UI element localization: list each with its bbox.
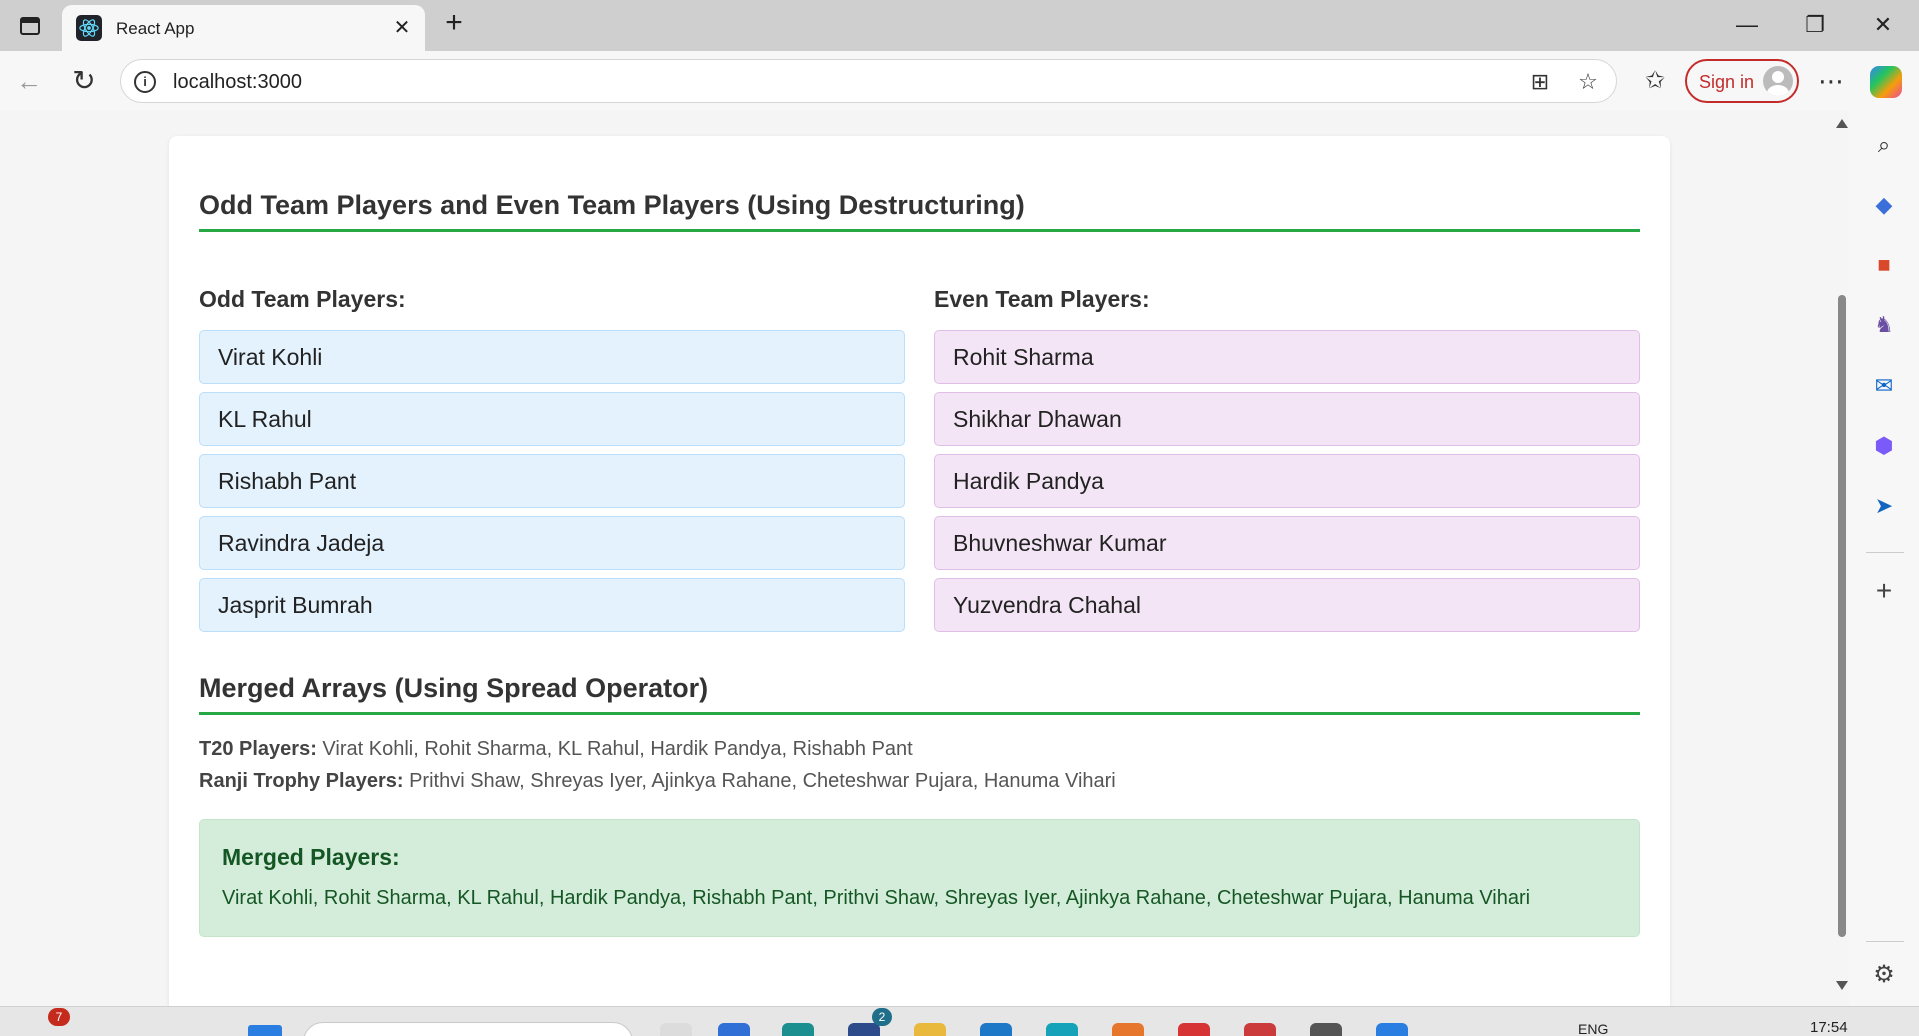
content-card: Odd Team Players and Even Team Players (…: [169, 136, 1670, 1006]
favorites-icon[interactable]: ✩: [1637, 63, 1673, 99]
windows-taskbar: 7 2 ENG 17:54: [0, 1006, 1919, 1036]
even-team-heading: Even Team Players:: [934, 286, 1150, 312]
language-indicator[interactable]: ENG: [1578, 1021, 1608, 1036]
taskbar-app-icon[interactable]: [1112, 1023, 1144, 1036]
vscode-icon[interactable]: [1376, 1023, 1408, 1036]
folder-icon[interactable]: [914, 1023, 946, 1036]
sidebar-divider: [1866, 552, 1904, 553]
odd-team-heading: Odd Team Players:: [199, 286, 406, 312]
t20-players: Virat Kohli, Rohit Sharma, KL Rahul, Har…: [322, 738, 913, 760]
tag-icon[interactable]: ◆: [1870, 191, 1898, 219]
plus-icon[interactable]: +: [1870, 577, 1898, 605]
odd-player-item: Jasprit Bumrah: [199, 578, 905, 632]
taskbar-app-icon[interactable]: [718, 1023, 750, 1036]
star-icon[interactable]: ☆: [1574, 68, 1602, 96]
react-icon: [76, 15, 102, 41]
tab-strip: React App ✕ + — ❐ ✕: [0, 0, 1919, 51]
avatar: [1763, 66, 1793, 96]
taskbar-search[interactable]: [303, 1022, 633, 1036]
page-viewport: Odd Team Players and Even Team Players (…: [7, 111, 1839, 1006]
spread-heading: Merged Arrays (Using Spread Operator): [199, 673, 1640, 715]
apps-icon[interactable]: ⊞: [1526, 68, 1554, 96]
taskbar-app-icon[interactable]: [980, 1023, 1012, 1036]
merged-players-box: Merged Players: Virat Kohli, Rohit Sharm…: [199, 819, 1640, 937]
window-close-icon[interactable]: ✕: [1861, 8, 1905, 42]
scroll-up-icon[interactable]: [1836, 119, 1848, 128]
sign-in-label: Sign in: [1699, 72, 1755, 92]
copilot-icon[interactable]: [1870, 66, 1902, 98]
more-icon[interactable]: ⋯: [1813, 63, 1849, 99]
app-badge: 2: [872, 1008, 892, 1026]
arrow-left-icon[interactable]: ←: [11, 63, 47, 99]
address-bar[interactable]: i localhost:3000 ⊞ ☆: [120, 59, 1617, 103]
info-icon[interactable]: i: [134, 71, 156, 93]
restore-icon[interactable]: ❐: [1793, 8, 1837, 42]
even-player-item: Shikhar Dhawan: [934, 392, 1640, 446]
url-text[interactable]: localhost:3000: [173, 71, 302, 94]
chrome-icon[interactable]: [1244, 1023, 1276, 1036]
even-player-item: Yuzvendra Chahal: [934, 578, 1640, 632]
tab-title: React App: [116, 19, 195, 38]
plus-icon[interactable]: +: [438, 8, 470, 40]
gear-icon[interactable]: ⚙: [1870, 961, 1898, 989]
m365-icon[interactable]: ⬢: [1870, 432, 1898, 460]
taskbar-app-icon[interactable]: [1178, 1023, 1210, 1036]
even-player-item: Hardik Pandya: [934, 454, 1640, 508]
windows-start-icon[interactable]: [248, 1025, 282, 1036]
search-icon[interactable]: ⌕: [1870, 131, 1898, 159]
even-team-list: Rohit Sharma Shikhar Dhawan Hardik Pandy…: [934, 330, 1640, 640]
scroll-down-icon[interactable]: [1836, 981, 1848, 990]
ranji-players-line: Ranji Trophy Players: Prithvi Shaw, Shre…: [199, 770, 1116, 793]
edge-icon[interactable]: [1046, 1023, 1078, 1036]
ranji-label: Ranji Trophy Players:: [199, 770, 404, 792]
scroll-thumb[interactable]: [1838, 295, 1846, 937]
even-player-item: Bhuvneshwar Kumar: [934, 516, 1640, 570]
t20-label: T20 Players:: [199, 738, 317, 760]
page-scrollbar[interactable]: [1834, 111, 1850, 1006]
edge-sidebar: ⌕ ◆ ■ ♞ ✉ ⬢ ➤ + ⚙: [1850, 111, 1919, 1006]
send-icon[interactable]: ➤: [1870, 492, 1898, 520]
merged-heading: Merged Players:: [222, 844, 400, 870]
odd-player-item: Virat Kohli: [199, 330, 905, 384]
notification-badge[interactable]: 7: [48, 1008, 70, 1026]
ranji-players: Prithvi Shaw, Shreyas Iyer, Ajinkya Raha…: [409, 770, 1116, 792]
odd-team-list: Virat Kohli KL Rahul Rishabh Pant Ravind…: [199, 330, 905, 640]
tab-react-app[interactable]: React App ✕: [62, 5, 425, 51]
t20-players-line: T20 Players: Virat Kohli, Rohit Sharma, …: [199, 738, 913, 761]
tools-icon[interactable]: ■: [1870, 251, 1898, 279]
odd-player-item: Rishabh Pant: [199, 454, 905, 508]
odd-player-item: Ravindra Jadeja: [199, 516, 905, 570]
browser-toolbar: ← ↻ i localhost:3000 ⊞ ☆ ✩ Sign in ⋯: [0, 51, 1919, 111]
clock[interactable]: 17:54: [1810, 1019, 1848, 1036]
even-player-item: Rohit Sharma: [934, 330, 1640, 384]
vertical-tabs-icon[interactable]: [14, 11, 46, 41]
minimize-icon[interactable]: —: [1725, 8, 1769, 42]
close-icon[interactable]: ✕: [389, 15, 415, 41]
taskbar-app-icon[interactable]: [782, 1023, 814, 1036]
games-icon[interactable]: ♞: [1870, 311, 1898, 339]
merged-players-list: Virat Kohli, Rohit Sharma, KL Rahul, Har…: [222, 887, 1531, 909]
odd-player-item: KL Rahul: [199, 392, 905, 446]
outlook-icon[interactable]: ✉: [1870, 372, 1898, 400]
taskbar-app-icon[interactable]: [1310, 1023, 1342, 1036]
reload-icon[interactable]: ↻: [66, 63, 102, 99]
taskbar-app-icon[interactable]: [660, 1023, 692, 1036]
sign-in-button[interactable]: Sign in: [1685, 59, 1799, 103]
destructuring-heading: Odd Team Players and Even Team Players (…: [199, 190, 1640, 232]
taskbar-app-icon[interactable]: [848, 1023, 880, 1036]
sidebar-divider: [1866, 941, 1904, 942]
